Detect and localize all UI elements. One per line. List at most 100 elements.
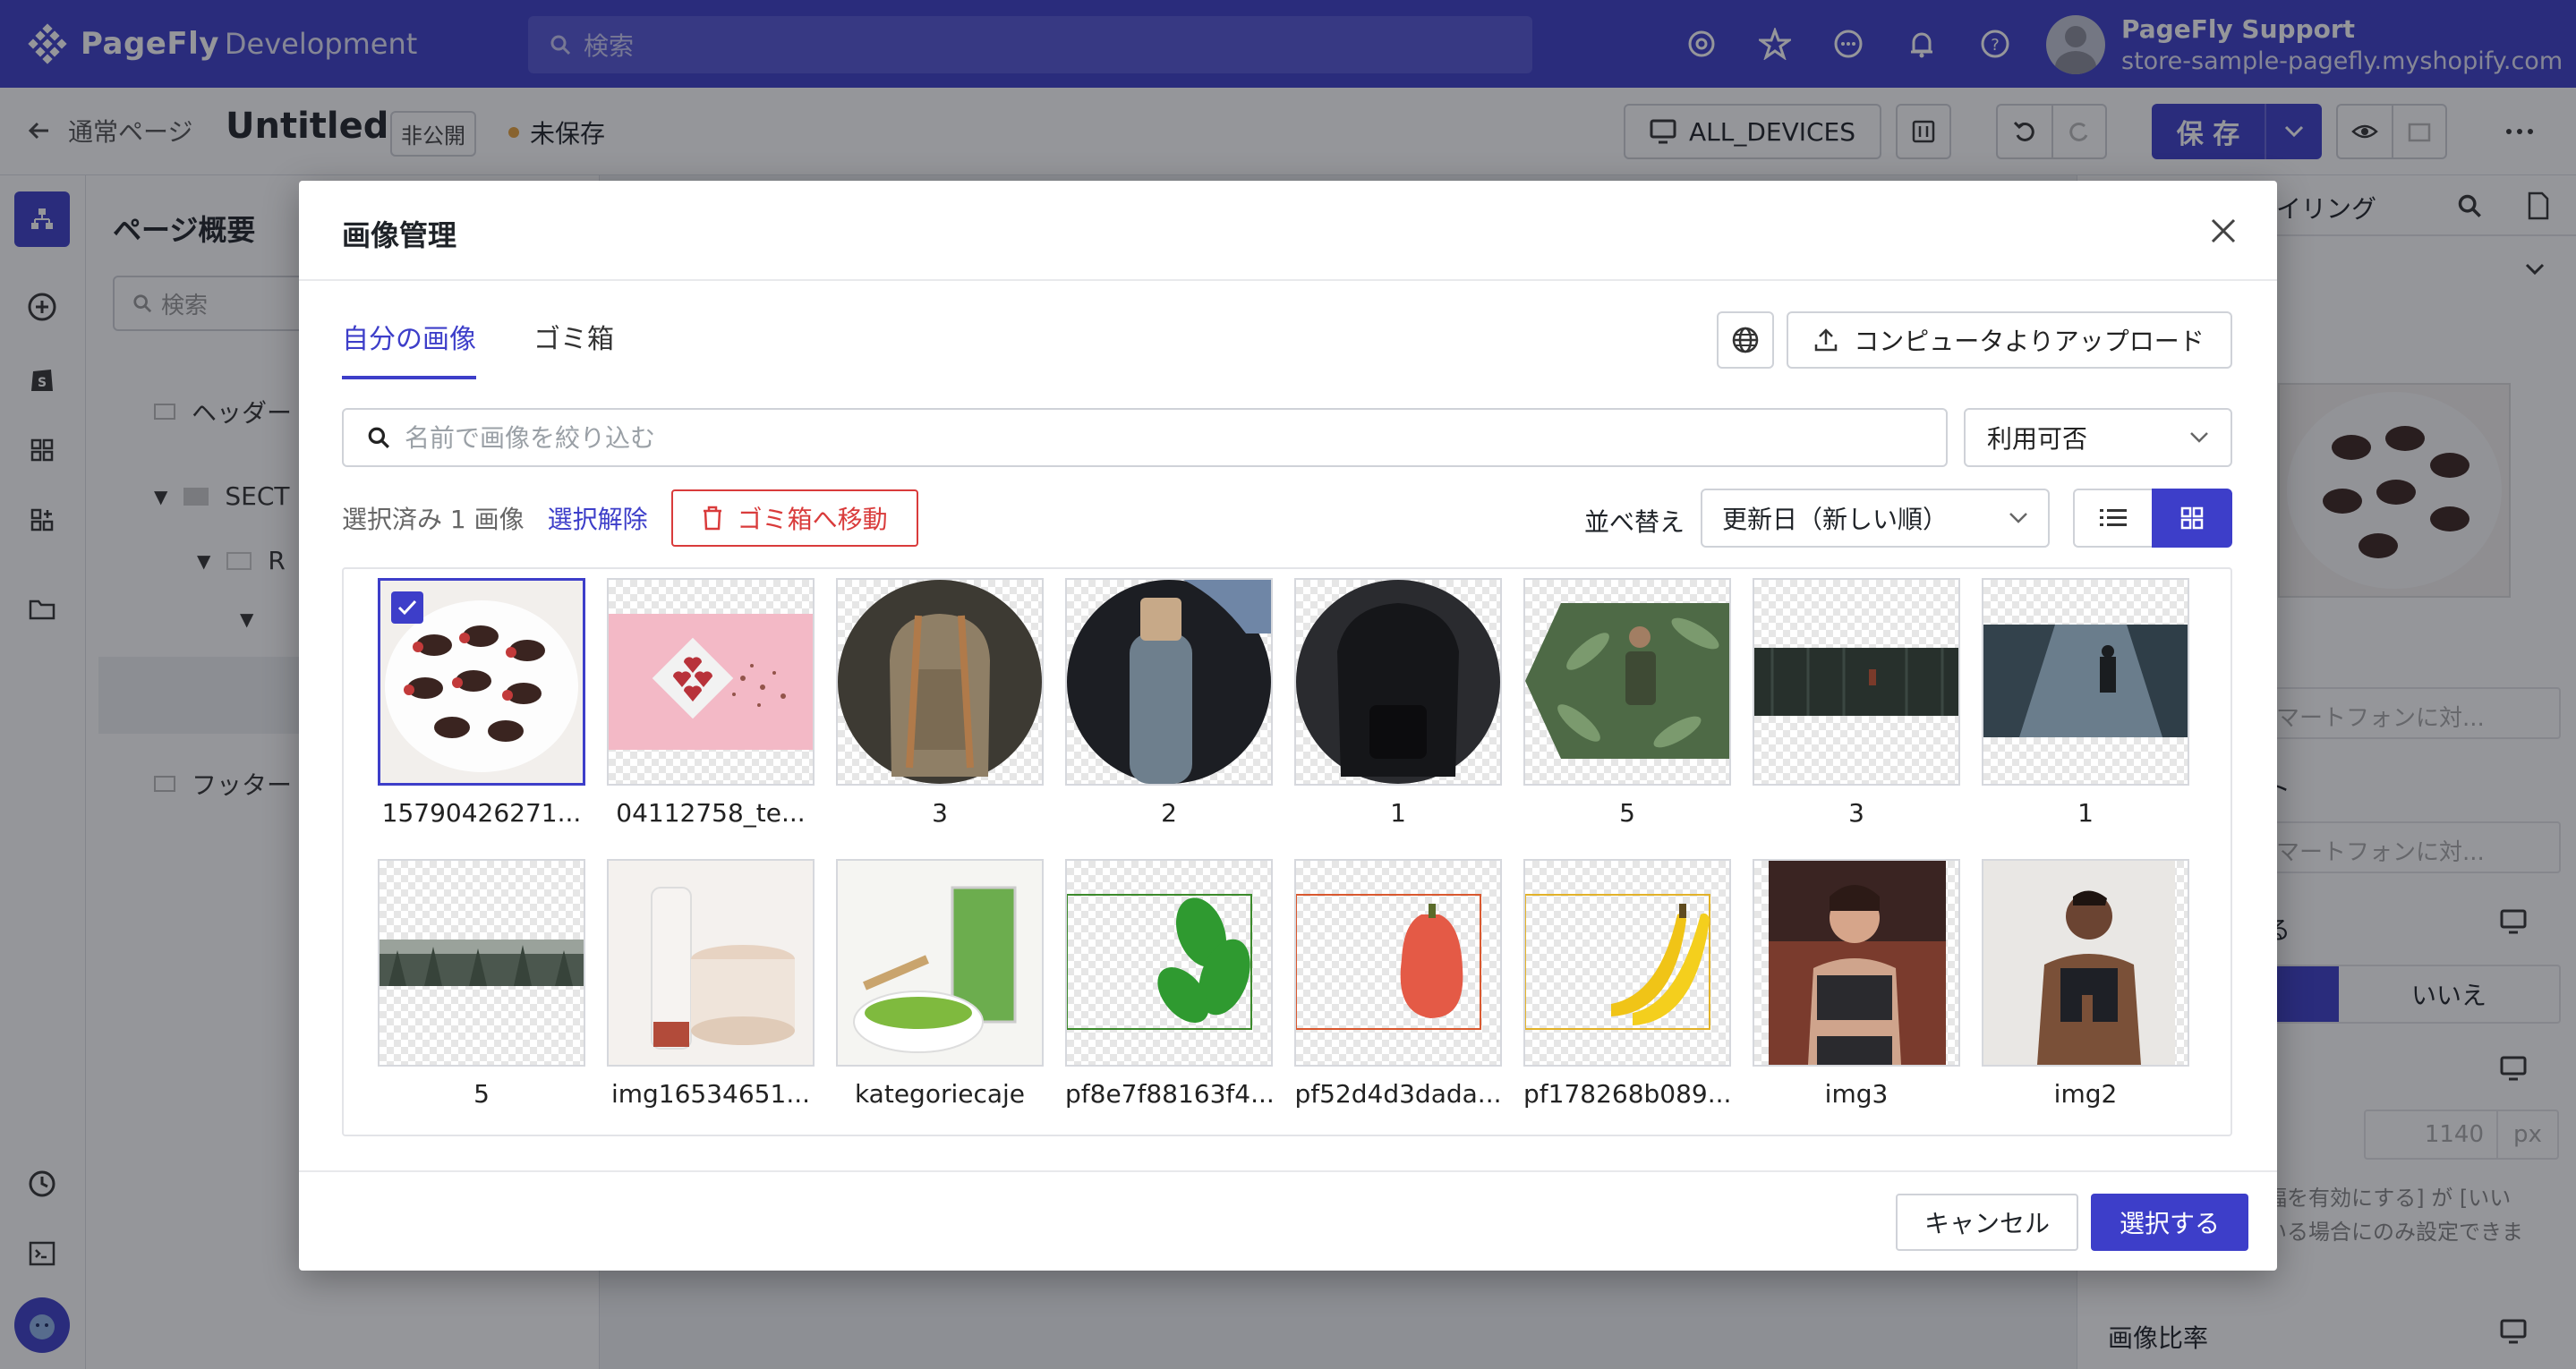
cosmetics-image	[609, 861, 813, 1065]
matcha-image	[838, 861, 1042, 1065]
image-caption: img3	[1824, 1079, 1889, 1109]
modal-footer: キャンセル 選択する	[299, 1170, 2277, 1271]
image-tile[interactable]: 15790426271...	[378, 578, 585, 828]
search-icon	[368, 427, 389, 448]
upload-label: コンピュータよりアップロード	[1854, 327, 2205, 356]
upload-icon	[1815, 328, 1838, 352]
globe-icon	[1732, 327, 1759, 353]
image-thumbnail	[1065, 859, 1273, 1067]
image-tile[interactable]: 04112758_te...	[607, 578, 815, 828]
image-tile[interactable]: img3	[1753, 859, 1960, 1109]
grid-icon	[2180, 506, 2204, 530]
image-tile[interactable]: kategoriecaje	[836, 859, 1044, 1109]
wax-apple-image	[1296, 894, 1481, 1030]
image-caption: 1	[2077, 798, 2094, 828]
image-thumbnail	[1294, 578, 1502, 786]
image-thumbnail	[1982, 578, 2189, 786]
image-thumbnail	[1753, 859, 1960, 1067]
image-tile[interactable]: pf52d4d3dada...	[1294, 859, 1502, 1109]
image-tile[interactable]: img16534651...	[607, 859, 815, 1109]
image-filter-input[interactable]	[342, 408, 1948, 467]
image-thumbnail	[836, 859, 1044, 1067]
image-thumbnail	[378, 578, 585, 786]
modal-header: 画像管理	[299, 181, 2277, 281]
tab-my-images[interactable]: 自分の画像	[342, 317, 476, 379]
selection-bar: 選択済み 1 画像 選択解除 ゴミ箱へ移動	[342, 489, 918, 548]
image-thumbnail	[1065, 578, 1273, 786]
sort-select[interactable]: 更新日（新しい順）	[1701, 489, 2050, 548]
view-toggle	[2073, 489, 2232, 548]
selected-count: 選択済み 1 画像	[342, 505, 525, 534]
image-caption: 3	[932, 798, 948, 828]
image-thumbnail	[1523, 578, 1731, 786]
image-thumbnail	[378, 859, 585, 1067]
list-view-button[interactable]	[2073, 489, 2152, 548]
upload-button[interactable]: コンピュータよりアップロード	[1787, 311, 2232, 369]
trash-icon	[703, 506, 721, 531]
image-filter-field[interactable]	[405, 422, 1837, 453]
image-tile[interactable]: 3	[1753, 578, 1960, 828]
modal-tabs: 自分の画像 ゴミ箱	[342, 317, 614, 379]
image-caption: pf178268b089...	[1523, 1079, 1732, 1109]
water-bottle-image	[1067, 580, 1271, 784]
image-tile[interactable]: 1	[1982, 578, 2189, 828]
image-caption: 3	[1848, 798, 1864, 828]
image-thumbnail	[1982, 859, 2189, 1067]
dark-forest-image	[1754, 648, 1958, 716]
image-tile[interactable]: img2	[1982, 859, 2189, 1109]
checkbox-checked-icon[interactable]	[391, 591, 423, 624]
image-caption: 04112758_te...	[616, 798, 806, 828]
image-tile[interactable]: 2	[1065, 578, 1273, 828]
image-caption: 5	[1619, 798, 1635, 828]
banana-image	[1525, 894, 1710, 1030]
tab-trash[interactable]: ゴミ箱	[533, 317, 614, 379]
image-caption: img2	[2053, 1079, 2118, 1109]
close-icon[interactable]	[2209, 217, 2238, 245]
chevron-down-icon	[2009, 513, 2027, 523]
yoga-woman-image	[1983, 861, 2175, 1065]
image-tile[interactable]: 5	[1523, 578, 1731, 828]
availability-label: 利用可否	[1987, 424, 2088, 454]
image-caption: kategoriecaje	[854, 1079, 1026, 1109]
image-caption: pf52d4d3dada...	[1294, 1079, 1502, 1109]
image-caption: 15790426271...	[381, 798, 582, 828]
move-to-trash-label: ゴミ箱へ移動	[737, 505, 888, 534]
image-tile[interactable]: 1	[1294, 578, 1502, 828]
image-tile[interactable]: pf8e7f88163f4...	[1065, 859, 1275, 1109]
deselect-link[interactable]: 選択解除	[548, 500, 648, 536]
image-caption: img16534651...	[610, 1079, 811, 1109]
hiker-fjord-image	[1983, 625, 2188, 737]
cancel-button[interactable]: キャンセル	[1896, 1194, 2078, 1251]
black-backpack-image	[1296, 580, 1500, 784]
move-to-trash-button[interactable]: ゴミ箱へ移動	[670, 489, 918, 547]
chevron-down-icon	[2190, 432, 2208, 443]
image-caption: pf8e7f88163f4...	[1065, 1079, 1275, 1109]
image-tile[interactable]: pf178268b089...	[1523, 859, 1731, 1109]
list-icon	[2100, 509, 2127, 526]
image-caption: 5	[473, 1079, 490, 1109]
image-thumbnail	[836, 578, 1044, 786]
select-button[interactable]: 選択する	[2091, 1194, 2248, 1251]
url-import-button[interactable]	[1717, 311, 1774, 369]
image-caption: 1	[1390, 798, 1406, 828]
image-thumbnail	[1753, 578, 1960, 786]
availability-select[interactable]: 利用可否	[1964, 408, 2232, 467]
image-caption: 2	[1161, 798, 1177, 828]
leaves-image	[1067, 894, 1252, 1030]
misty-forest-image	[380, 940, 584, 986]
image-manager-modal: 画像管理 自分の画像 ゴミ箱 コンピュータよりアップロード 利用可否 選択済み …	[299, 181, 2277, 1271]
image-tile[interactable]: 3	[836, 578, 1044, 828]
backpack-image	[838, 580, 1042, 784]
sort-label: 並べ替え	[1584, 507, 1685, 537]
sort-value: 更新日（新しい順）	[1722, 505, 1949, 534]
image-thumbnail	[607, 578, 815, 786]
image-thumbnail	[1523, 859, 1731, 1067]
image-thumbnail	[607, 859, 815, 1067]
image-thumbnail	[1294, 859, 1502, 1067]
athlete-woman-image	[1769, 861, 1946, 1065]
heart-box-image	[609, 614, 813, 750]
modal-title: 画像管理	[342, 218, 457, 252]
grid-view-button[interactable]	[2152, 489, 2232, 548]
hiker-jungle-image	[1525, 603, 1729, 759]
image-tile[interactable]: 5	[378, 859, 585, 1109]
